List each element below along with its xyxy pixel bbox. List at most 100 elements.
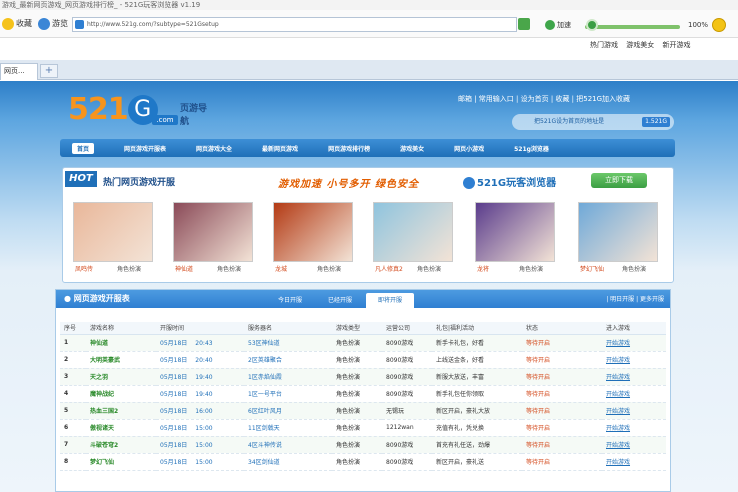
homepage-hint[interactable]: 把521G设为首页的地址是 1.521G [512,114,674,130]
game-name[interactable]: 神仙道 [86,334,156,352]
address-bar[interactable]: http://www.521g.com/?subtype=521Gsetup [72,17,517,32]
game-thumbnail[interactable] [73,202,153,262]
row-index: 5 [60,402,86,420]
server-name[interactable]: 11区剑戟天 [244,419,332,437]
nav-item[interactable]: 521g浏览器 [514,144,549,153]
game-name[interactable]: 魔神战纪 [86,385,156,403]
gift-info[interactable]: 新服大放送，丰富 [432,368,522,386]
tab-opened[interactable]: 已经开服 [316,293,364,308]
enter-game-link[interactable]: 开始游戏 [602,334,666,352]
nav-item[interactable]: 游戏美女 [400,144,424,153]
game-name[interactable]: 傲视诸天 [86,419,156,437]
enter-game-link[interactable]: 开始游戏 [602,385,666,403]
game-card[interactable]: 凤鸣传 角色扮演 [73,202,155,280]
new-tab-button[interactable]: + [40,64,58,78]
status: 等待开启 [522,436,602,454]
enter-game-link[interactable]: 开始游戏 [602,402,666,420]
server-more-links[interactable]: | 明日开服 | 更多开服 [606,293,664,307]
open-time: 05月18日 20:43 [156,334,244,352]
table-row: 1 神仙道 05月18日 20:43 53区神仙道 角色扮演 8090游戏 新手卡礼包，好看等… [60,334,666,352]
server-name[interactable]: 1区一号平台 [244,385,332,403]
gift-info[interactable]: 新手卡礼包，好看 [432,334,522,352]
gift-info[interactable]: 充值有礼，凭兑换 [432,419,522,437]
game-thumbnail[interactable] [578,202,658,262]
tab-today[interactable]: 今日开服 [266,293,314,308]
top-links[interactable]: 邮箱 | 常用输入口 | 设为首页 | 收藏 | 把521G加入收藏 [458,94,630,104]
server-name[interactable]: 1区赤焰仙霞 [244,368,332,386]
row-index: 7 [60,436,86,454]
table-row: 6 傲视诸天 05月18日 15:00 11区剑戟天 角色扮演 1212wan 充值有礼，凭兑… [60,419,666,437]
speed-slider[interactable] [585,25,680,29]
browser-promo[interactable]: 521G玩客浏览器 [463,174,556,189]
smile-icon[interactable] [712,18,726,32]
enter-game-link[interactable]: 开始游戏 [602,368,666,386]
game-name[interactable]: 大明英豪武 [86,351,156,369]
go-button[interactable] [518,18,530,30]
server-panel-header: ● 网页游戏开服表 今日开服 已经开服 即将开服 | 明日开服 | 更多开服 [56,290,670,308]
server-name[interactable]: 53区神仙道 [244,334,332,352]
open-clock: 20:43 [195,340,213,347]
gift-info[interactable]: 新区开启，豪礼送 [432,453,522,471]
nav-item[interactable]: 网页游戏排行榜 [328,144,370,153]
enter-game-link[interactable]: 开始游戏 [602,419,666,437]
open-date: 05月18日 [160,374,188,381]
row-index: 1 [60,334,86,352]
slider-knob[interactable] [586,19,598,31]
col-header: 礼包|福利活动 [432,322,522,335]
operator: 1212wan [382,419,432,437]
game-name[interactable]: 热血三国2 [86,402,156,420]
game-thumbnail[interactable] [373,202,453,262]
site-logo[interactable]: 521 G .com 页游导航 [68,93,208,133]
hot-title: 热门网页游戏开服 [103,178,176,188]
server-name[interactable]: 2区英雄聚合 [244,351,332,369]
col-header: 进入游戏 [602,322,666,335]
gift-info[interactable]: 首充有礼任送，劲爆 [432,436,522,454]
nav-item[interactable]: 网页游戏开服表 [124,144,166,153]
fav-link[interactable]: 新开游戏 [662,41,690,49]
status: 等待开启 [522,453,602,471]
favorites-button[interactable]: 收藏 [2,16,32,32]
nav-item[interactable]: 最新网页游戏 [262,144,298,153]
gift-info[interactable]: 新手礼包任你领取 [432,385,522,403]
game-card[interactable]: 龙将 角色扮演 [475,202,557,280]
server-name[interactable]: 6区红叶风月 [244,402,332,420]
nav-item[interactable]: 网页游戏大全 [196,144,232,153]
game-thumbnail[interactable] [273,202,353,262]
game-thumbnail[interactable] [173,202,253,262]
game-name[interactable]: 斗破苍穹2 [86,436,156,454]
enter-game-link[interactable]: 开始游戏 [602,453,666,471]
fav-link[interactable]: 热门游戏 [590,41,618,49]
hot-games-panel: HOT 热门网页游戏开服 游戏加速 小号多开 绿色安全 521G玩客浏览器 立即… [62,167,674,283]
game-thumbnail[interactable] [475,202,555,262]
open-date: 05月18日 [160,442,188,449]
fav-link[interactable]: 游戏美女 [626,41,654,49]
table-row: 4 魔神战纪 05月18日 19:40 1区一号平台 角色扮演 8090游戏 新手礼包任你领取… [60,385,666,403]
back-button[interactable]: 游览 [38,16,68,32]
table-row: 3 天之羽 05月18日 19:40 1区赤焰仙霞 角色扮演 8090游戏 新服大放送，丰富等… [60,368,666,386]
game-card[interactable]: 凡人修真2 角色扮演 [373,202,455,280]
game-card[interactable]: 神仙道 角色扮演 [173,202,255,280]
open-clock: 16:00 [195,408,213,415]
favorites-bar: 热门游戏 游戏美女 新开游戏 [590,38,738,52]
gift-info[interactable]: 新区开启，豪礼大放 [432,402,522,420]
enter-game-link[interactable]: 开始游戏 [602,436,666,454]
nav-item-home[interactable]: 首页 [72,142,95,154]
game-card[interactable]: 龙城 角色扮演 [273,202,355,280]
server-panel: ● 网页游戏开服表 今日开服 已经开服 即将开服 | 明日开服 | 更多开服 序… [55,289,671,492]
download-button[interactable]: 立即下载 [591,173,647,188]
browser-toolbar: 收藏 游览 http://www.521g.com/?subtype=521Gs… [0,10,738,38]
row-index: 4 [60,385,86,403]
server-name[interactable]: 34区剑仙道 [244,453,332,471]
game-name[interactable]: 梦幻飞仙 [86,453,156,471]
game-card[interactable]: 梦幻飞仙 角色扮演 [578,202,660,280]
tab-upcoming[interactable]: 即将开服 [366,293,414,308]
tab-active[interactable]: 网页... [0,63,38,80]
gift-info[interactable]: 上线送金条，好看 [432,351,522,369]
game-name[interactable]: 天之羽 [86,368,156,386]
nav-item[interactable]: 网页小游戏 [454,144,484,153]
server-name[interactable]: 4区斗神传说 [244,436,332,454]
enter-game-link[interactable]: 开始游戏 [602,351,666,369]
open-date: 05月18日 [160,425,188,432]
open-date: 05月18日 [160,357,188,364]
row-index: 8 [60,453,86,471]
